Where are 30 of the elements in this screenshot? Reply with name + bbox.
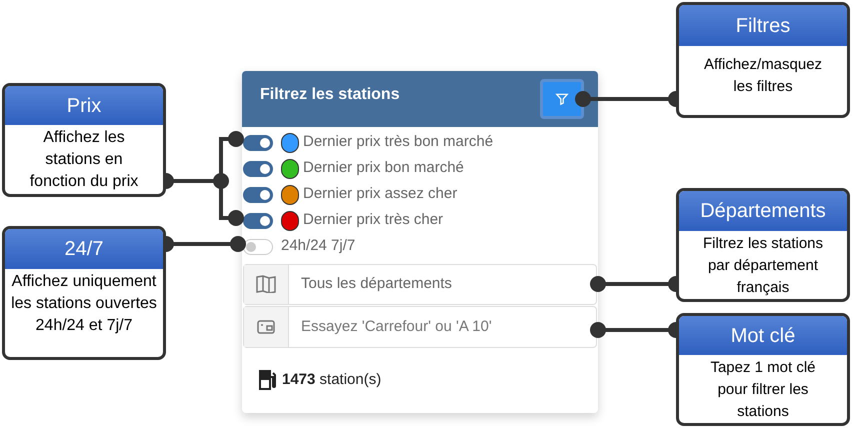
keyword-field[interactable]: Essayez 'Carrefour' ou 'A 10' [243, 306, 597, 348]
callout-text: Affichez les stations en fonction du prix [28, 128, 140, 192]
filter-label: Dernier prix très cher [303, 210, 444, 230]
department-select[interactable]: Tous les départements [243, 264, 597, 306]
filter-label: 24h/24 7j/7 [281, 236, 356, 256]
toggle-switch[interactable] [243, 212, 273, 229]
card-icon [257, 320, 275, 334]
fuel-pump-icon [258, 369, 278, 392]
keyword-input[interactable]: Essayez 'Carrefour' ou 'A 10' [289, 307, 596, 347]
filter-icon [555, 92, 569, 106]
filter-label: Dernier prix assez cher [303, 184, 458, 204]
callout-text: Filtrez les stations par département français [702, 234, 824, 298]
callout-text: Tapez 1 mot clé pour filtrer les stations [709, 358, 817, 422]
callout-title: Prix [5, 86, 163, 125]
filter-label: Dernier prix bon marché [303, 158, 464, 178]
filter-label: Dernier prix très bon marché [303, 132, 494, 152]
callout-title: Départements [679, 191, 847, 231]
callout-text: Affichez/masquez les filtres [702, 55, 824, 97]
callout-title: Mot clé [679, 316, 847, 355]
callout-title: 24/7 [5, 229, 163, 269]
toggle-switch[interactable] [243, 186, 273, 203]
panel-title: Filtrez les stations [260, 85, 400, 105]
station-count: 1473 station(s) [282, 370, 382, 390]
callout-title: Filtres [679, 5, 847, 46]
map-icon [256, 275, 276, 294]
toggle-switch[interactable] [243, 160, 273, 177]
toggle-switch[interactable] [243, 134, 273, 151]
filter-toggle-button[interactable] [540, 79, 584, 119]
department-value: Tous les départements [300, 274, 452, 294]
callout-text: Affichez uniquement les stations ouvertes 24h/24 et 7j/7 [10, 272, 158, 336]
